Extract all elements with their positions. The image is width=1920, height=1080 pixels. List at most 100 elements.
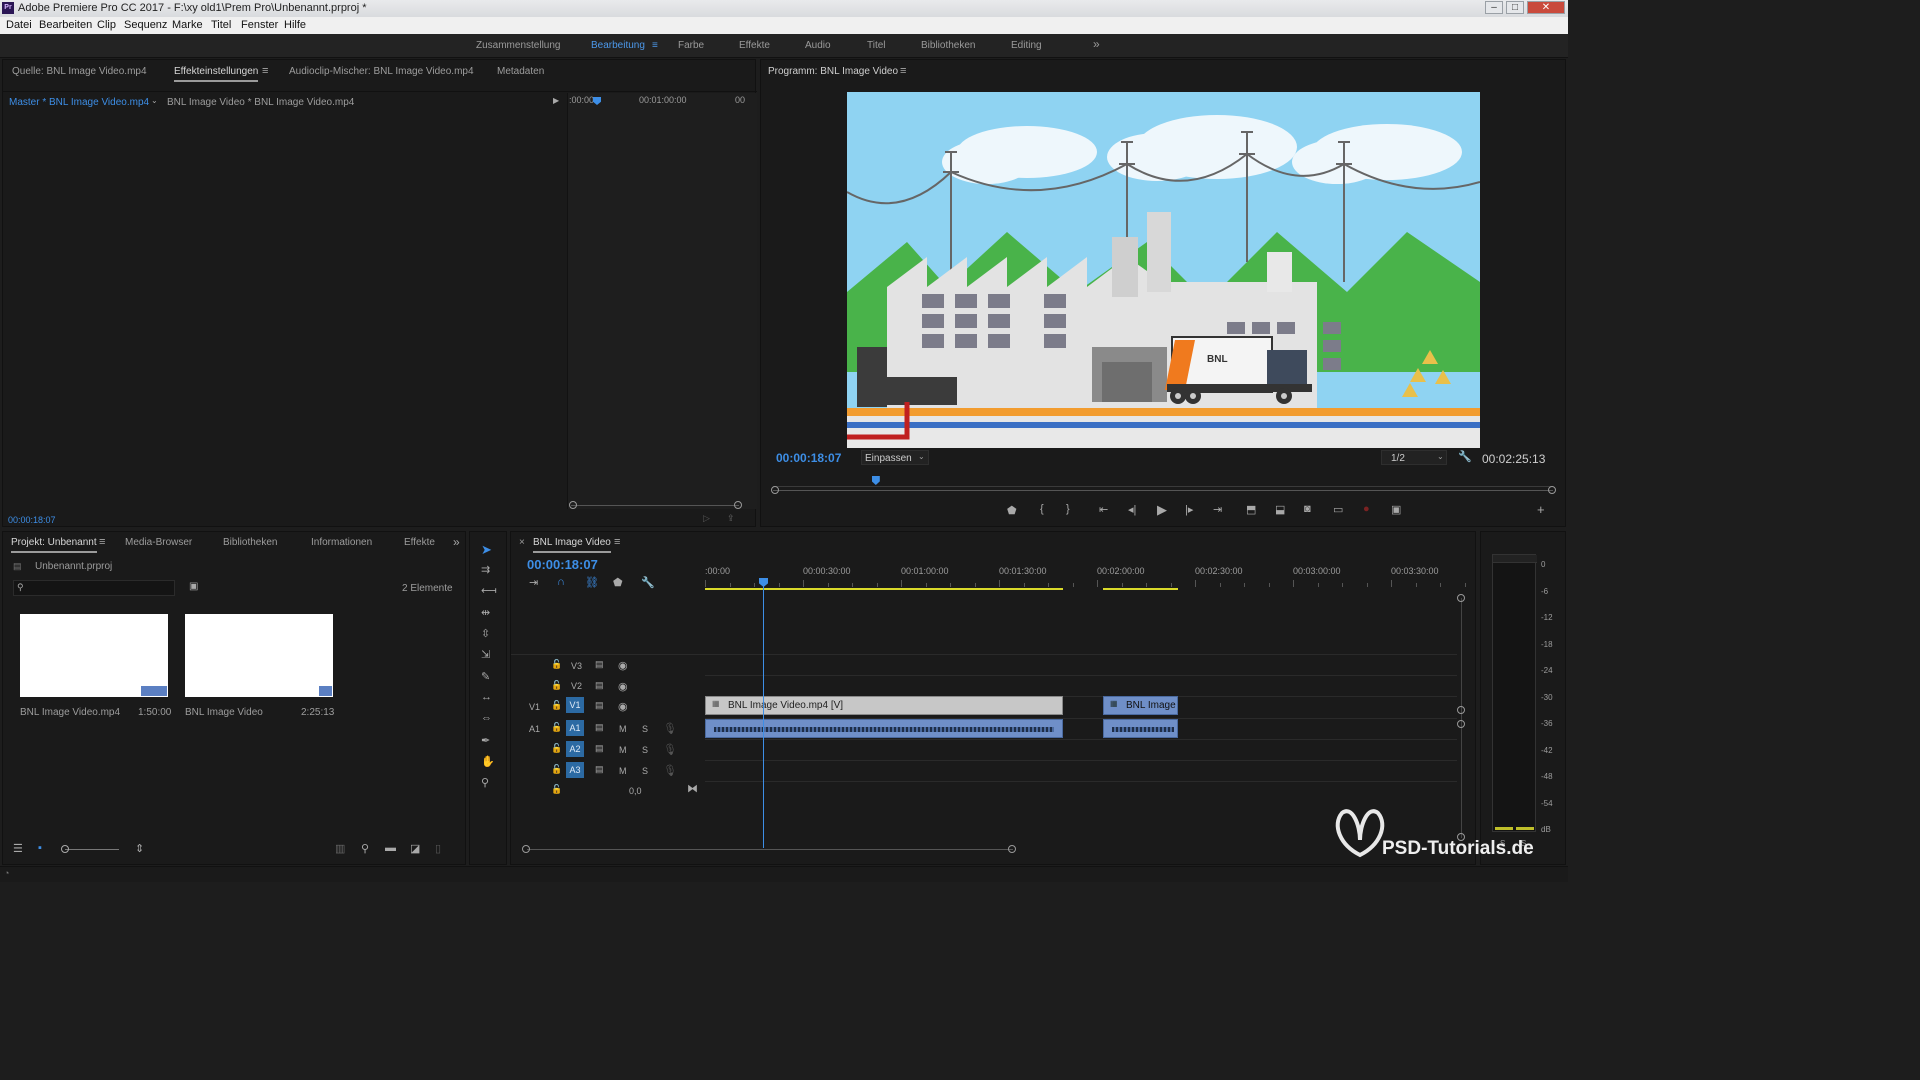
workspace-farbe[interactable]: Farbe [678,40,704,51]
program-title[interactable]: Programm: BNL Image Video [768,66,898,77]
go-to-in-icon[interactable]: ⇤ [1099,503,1108,516]
tab-audio-clip-mixer[interactable]: Audioclip-Mischer: BNL Image Video.mp4 [289,66,474,77]
source-patch-a1[interactable]: A1 [529,724,540,734]
solo-button[interactable]: S [642,766,648,776]
track-v1-target[interactable]: V1 [566,697,584,713]
workspace-zusammenstellung[interactable]: Zusammenstellung [476,40,560,51]
maximize-button[interactable]: □ [1506,1,1524,14]
solo-button[interactable]: S [642,745,648,755]
timeline-settings-icon[interactable]: 🔧 [641,576,655,589]
track-a2-target[interactable]: A2 [566,741,584,757]
export-icon[interactable]: ⇪ [727,513,735,524]
add-button-icon[interactable]: + [1537,502,1545,517]
new-search-bin-icon[interactable]: ▣ [189,581,198,592]
program-playhead[interactable] [871,476,880,485]
zoom-tool-icon[interactable]: ⚲ [481,776,489,789]
mic-icon[interactable]: 🎙 [663,722,677,735]
film-icon[interactable]: ▤ [595,700,604,711]
mute-button[interactable]: M [619,724,627,734]
resolution-select[interactable]: 1/2 ⌄ [1381,450,1447,465]
minimize-button[interactable]: – [1485,1,1503,14]
slide-icon[interactable]: ⇔ [481,712,492,724]
solo-button[interactable]: S [642,724,648,734]
tab-sequence[interactable]: BNL Image Video [533,537,611,553]
go-to-out-icon[interactable]: ⇥ [1213,503,1222,516]
close-window-button[interactable]: ✕ [1527,1,1565,14]
trash-icon[interactable]: ▯ [435,842,441,855]
menu-clip[interactable]: Clip [97,19,116,31]
scroll-handle-top[interactable] [1457,594,1465,602]
track-a3-target[interactable]: A3 [566,762,584,778]
tab-effect-controls[interactable]: Effekteinstellungen [174,66,259,82]
mute-button[interactable]: M [619,766,627,776]
lock-icon[interactable]: 🔓 [551,722,562,733]
lock-icon[interactable]: 🔓 [551,784,562,795]
workspace-audio[interactable]: Audio [805,40,831,51]
menu-bearbeiten[interactable]: Bearbeiten [39,19,92,31]
tab-libraries[interactable]: Bibliotheken [223,537,277,548]
scroll-handle[interactable] [1457,706,1465,714]
hand-tool-icon[interactable]: ✋ [481,755,495,768]
audio-clip[interactable] [705,719,1063,738]
tab-effects[interactable]: Effekte [404,537,435,548]
menu-marke[interactable]: Marke [172,19,203,31]
slider-handle[interactable] [61,845,69,853]
tab-media-browser[interactable]: Media-Browser [125,537,192,548]
workspace-titel[interactable]: Titel [867,40,886,51]
film-icon[interactable]: ▤ [595,764,604,775]
panel-menu-icon[interactable]: ≡ [262,65,268,77]
effect-zoom-scrollbar[interactable] [571,505,739,506]
workspace-editing[interactable]: Editing [1011,40,1042,51]
mic-icon[interactable]: 🎙 [663,764,677,777]
track-v2-label[interactable]: V2 [571,681,582,691]
scroll-handle-right[interactable] [1548,486,1556,494]
mark-in-icon[interactable]: { [1040,503,1044,515]
rolling-edit-icon[interactable]: ⇹ [481,606,490,619]
rate-stretch-icon[interactable]: ⇳ [481,627,490,640]
lock-icon[interactable]: 🔓 [551,764,562,775]
eye-icon[interactable]: ◉ [618,680,628,693]
scroll-handle-left[interactable] [522,845,530,853]
scroll-handle-left[interactable] [569,501,577,509]
camera-icon[interactable]: ◙ [1304,503,1311,515]
slip-icon[interactable]: ↔ [481,691,492,703]
project-search-input[interactable]: ⚲ [13,580,175,596]
workspace-bearbeitung[interactable]: Bearbeitung [591,40,645,51]
work-area-bar[interactable] [705,588,1063,590]
play-icon[interactable]: ▶ [1157,502,1167,518]
extract-icon[interactable]: ⬓ [1275,503,1285,516]
record-icon[interactable]: ● [1363,503,1370,515]
safe-margins-icon[interactable]: ▣ [1391,503,1401,516]
scroll-handle-left[interactable] [771,486,779,494]
master-volume-value[interactable]: 0,0 [629,786,642,796]
film-icon[interactable]: ▤ [595,722,604,733]
razor-icon[interactable]: ✎ [481,670,490,683]
eye-icon[interactable]: ◉ [618,700,628,713]
wrench-icon[interactable]: 🔧 [1458,450,1472,463]
thumbnail-size-slider[interactable] [65,849,119,850]
vertical-scrollbar[interactable] [1461,598,1462,838]
eye-icon[interactable]: ◉ [618,659,628,672]
video-clip[interactable]: ▦ BNL Image Video.mp4 [V] [705,696,1063,715]
lock-icon[interactable]: 🔓 [551,680,562,691]
horizontal-scrollbar[interactable] [527,849,1013,850]
add-marker-icon[interactable]: ⬟ [613,576,623,589]
program-zoom-scrollbar[interactable] [773,490,1553,491]
compare-icon[interactable]: ▭ [1333,503,1343,516]
film-icon[interactable]: ▤ [595,743,604,754]
program-current-timecode[interactable]: 00:00:18:07 [776,451,841,465]
nest-icon[interactable]: ⇥ [529,576,538,589]
menu-fenster[interactable]: Fenster [241,19,278,31]
master-clip-selector[interactable]: Master * BNL Image Video.mp4 [9,97,149,108]
find-icon[interactable]: ⚲ [361,842,369,855]
project-item-thumbnail[interactable] [185,614,333,697]
workspaces-overflow-icon[interactable]: » [1093,37,1100,51]
menu-sequenz[interactable]: Sequenz [124,19,167,31]
insert-icon[interactable]: ⇲ [481,648,490,661]
track-v3-label[interactable]: V3 [571,661,582,671]
panel-menu-icon[interactable]: ≡ [614,536,620,548]
video-clip-nested[interactable]: ▦ BNL Image Video [1103,696,1178,715]
menu-titel[interactable]: Titel [211,19,231,31]
scroll-handle[interactable] [1457,720,1465,728]
icon-view-icon[interactable]: ▪ [38,842,42,854]
